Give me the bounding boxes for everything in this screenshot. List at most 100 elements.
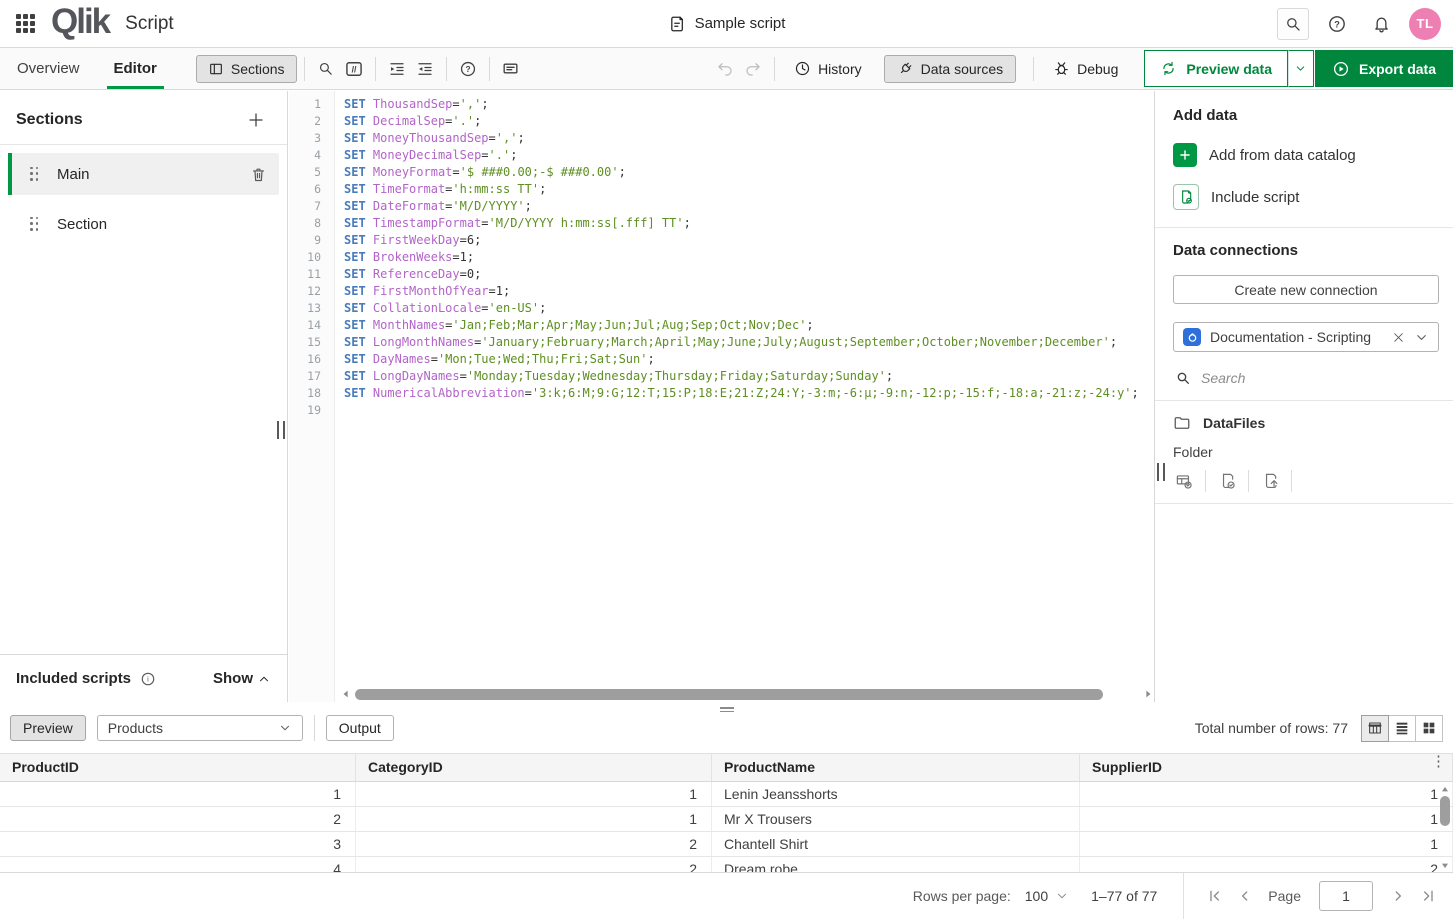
scroll-left-arrow[interactable] [341,689,351,699]
column-header[interactable]: ProductName [712,754,1080,781]
tab-editor[interactable]: Editor [97,48,174,89]
grid-view-button[interactable] [1415,715,1443,742]
script-editor[interactable]: 12345678910111213141516171819 SET Thousa… [289,91,1153,702]
code-line[interactable] [344,402,1153,419]
delete-section-icon[interactable] [250,166,267,183]
first-page-button[interactable] [1200,882,1230,910]
global-search-button[interactable] [1277,8,1309,40]
table-row[interactable]: 42Dream robe2 [0,857,1453,872]
data-sources-button[interactable]: Data sources [884,55,1016,83]
table-vertical-scrollbar[interactable] [1438,785,1451,870]
section-item-main[interactable]: Main [8,153,279,195]
add-section-button[interactable] [247,111,265,129]
table-view-button[interactable] [1361,715,1389,742]
code-line[interactable]: SET CollationLocale='en-US'; [344,300,1153,317]
code-line[interactable]: SET ThousandSep=','; [344,96,1153,113]
code-line[interactable]: SET TimestampFormat='M/D/YYYY h:mm:ss[.f… [344,215,1153,232]
table-row[interactable]: 32Chantell Shirt1 [0,832,1453,857]
drag-handle-icon[interactable] [30,217,39,232]
insert-script-icon[interactable] [1259,470,1281,492]
table-row[interactable]: 21Mr X Trousers1 [0,807,1453,832]
column-header[interactable]: ProductID [0,754,356,781]
right-panel-resize-handle[interactable] [1157,463,1165,481]
column-header[interactable]: SupplierID [1080,754,1453,781]
code-line[interactable]: SET FirstWeekDay=6; [344,232,1153,249]
previous-page-button[interactable] [1230,882,1260,910]
editor-horizontal-scrollbar[interactable] [341,687,1153,701]
code-line[interactable]: SET ReferenceDay=0; [344,266,1153,283]
preview-data-menu-button[interactable] [1288,50,1314,87]
table-row[interactable]: 11Lenin Jeansshorts1 [0,782,1453,807]
notifications-button[interactable] [1365,8,1397,40]
code-line[interactable]: SET TimeFormat='h:mm:ss TT'; [344,181,1153,198]
column-header[interactable]: CategoryID [356,754,712,781]
line-number: 12 [289,283,334,300]
app-launcher-icon[interactable] [16,14,35,33]
info-icon[interactable]: i [140,671,156,687]
next-page-button[interactable] [1383,882,1413,910]
add-from-catalog-button[interactable]: Add from data catalog [1173,143,1439,167]
code-lines[interactable]: SET ThousandSep=',';SET DecimalSep='.';S… [335,91,1153,702]
comment-button[interactable]: // [340,55,368,83]
chevron-down-icon[interactable] [1414,330,1429,345]
document-chip[interactable]: Sample script [668,15,786,33]
code-line[interactable]: SET LongMonthNames='January;February;Mar… [344,334,1153,351]
code-line[interactable]: SET MoneyThousandSep=','; [344,130,1153,147]
code-line[interactable]: SET BrokenWeeks=1; [344,249,1153,266]
page-input[interactable] [1319,881,1373,911]
output-tab-button[interactable]: Output [326,715,394,741]
last-page-button[interactable] [1413,882,1443,910]
code-line[interactable]: SET DecimalSep='.'; [344,113,1153,130]
help-button[interactable]: ? [1321,8,1353,40]
select-data-icon[interactable] [1173,470,1195,492]
left-panel-resize-handle[interactable] [277,421,285,439]
show-toggle[interactable]: Show [213,670,271,687]
connection-select[interactable]: Documentation - Scripting [1173,322,1439,352]
line-number: 10 [289,249,334,266]
indent-button[interactable] [383,55,411,83]
annotations-button[interactable] [497,55,525,83]
preview-tab-button[interactable]: Preview [10,715,86,741]
code-line[interactable]: SET MonthNames='Jan;Feb;Mar;Apr;May;Jun;… [344,317,1153,334]
search-input[interactable] [1201,370,1351,386]
clear-connection-icon[interactable] [1392,331,1405,344]
outdent-button[interactable] [411,55,439,83]
section-item-section[interactable]: Section [8,203,279,245]
code-line[interactable]: SET DateFormat='M/D/YYYY'; [344,198,1153,215]
column-menu-icon[interactable]: ⋮ [1431,759,1446,765]
scroll-right-arrow[interactable] [1143,689,1153,699]
code-line[interactable]: SET LongDayNames='Monday;Tuesday;Wednesd… [344,368,1153,385]
code-line[interactable]: SET NumericalAbbreviation='3:k;6:M;9:G;1… [344,385,1153,402]
redo-button[interactable] [739,55,767,83]
include-script-button[interactable]: Include script [1173,184,1439,210]
rows-per-page-value[interactable]: 100 [1025,888,1048,904]
select-script-icon[interactable] [1216,470,1238,492]
tab-overview[interactable]: Overview [0,48,97,89]
debug-button[interactable]: Debug [1041,55,1130,83]
syntax-help-button[interactable]: ? [454,55,482,83]
list-view-button[interactable] [1388,715,1416,742]
datafiles-item[interactable]: DataFiles [1173,414,1439,432]
scrollbar-thumb[interactable] [1440,796,1450,826]
connection-search[interactable] [1173,365,1439,391]
export-data-button[interactable]: Export data [1315,50,1453,87]
avatar[interactable]: TL [1409,8,1441,40]
history-button[interactable]: History [782,55,874,83]
sections-toggle-button[interactable]: Sections [196,55,297,83]
undo-button[interactable] [711,55,739,83]
find-replace-button[interactable] [312,55,340,83]
scroll-up-arrow[interactable] [1440,785,1450,794]
create-connection-button[interactable]: Create new connection [1173,275,1439,304]
scrollbar-thumb[interactable] [355,689,1103,700]
scroll-down-arrow[interactable] [1440,861,1450,870]
dataset-select[interactable]: Products [97,715,303,741]
drag-handle-icon[interactable] [30,167,39,182]
script-icon [668,15,686,33]
preview-data-button[interactable]: Preview data [1144,50,1288,87]
chevron-down-icon[interactable] [1055,889,1069,903]
code-line[interactable]: SET DayNames='Mon;Tue;Wed;Thu;Fri;Sat;Su… [344,351,1153,368]
pane-resize-handle[interactable] [720,705,734,714]
code-line[interactable]: SET MoneyFormat='$ ###0.00;-$ ###0.00'; [344,164,1153,181]
code-line[interactable]: SET FirstMonthOfYear=1; [344,283,1153,300]
code-line[interactable]: SET MoneyDecimalSep='.'; [344,147,1153,164]
